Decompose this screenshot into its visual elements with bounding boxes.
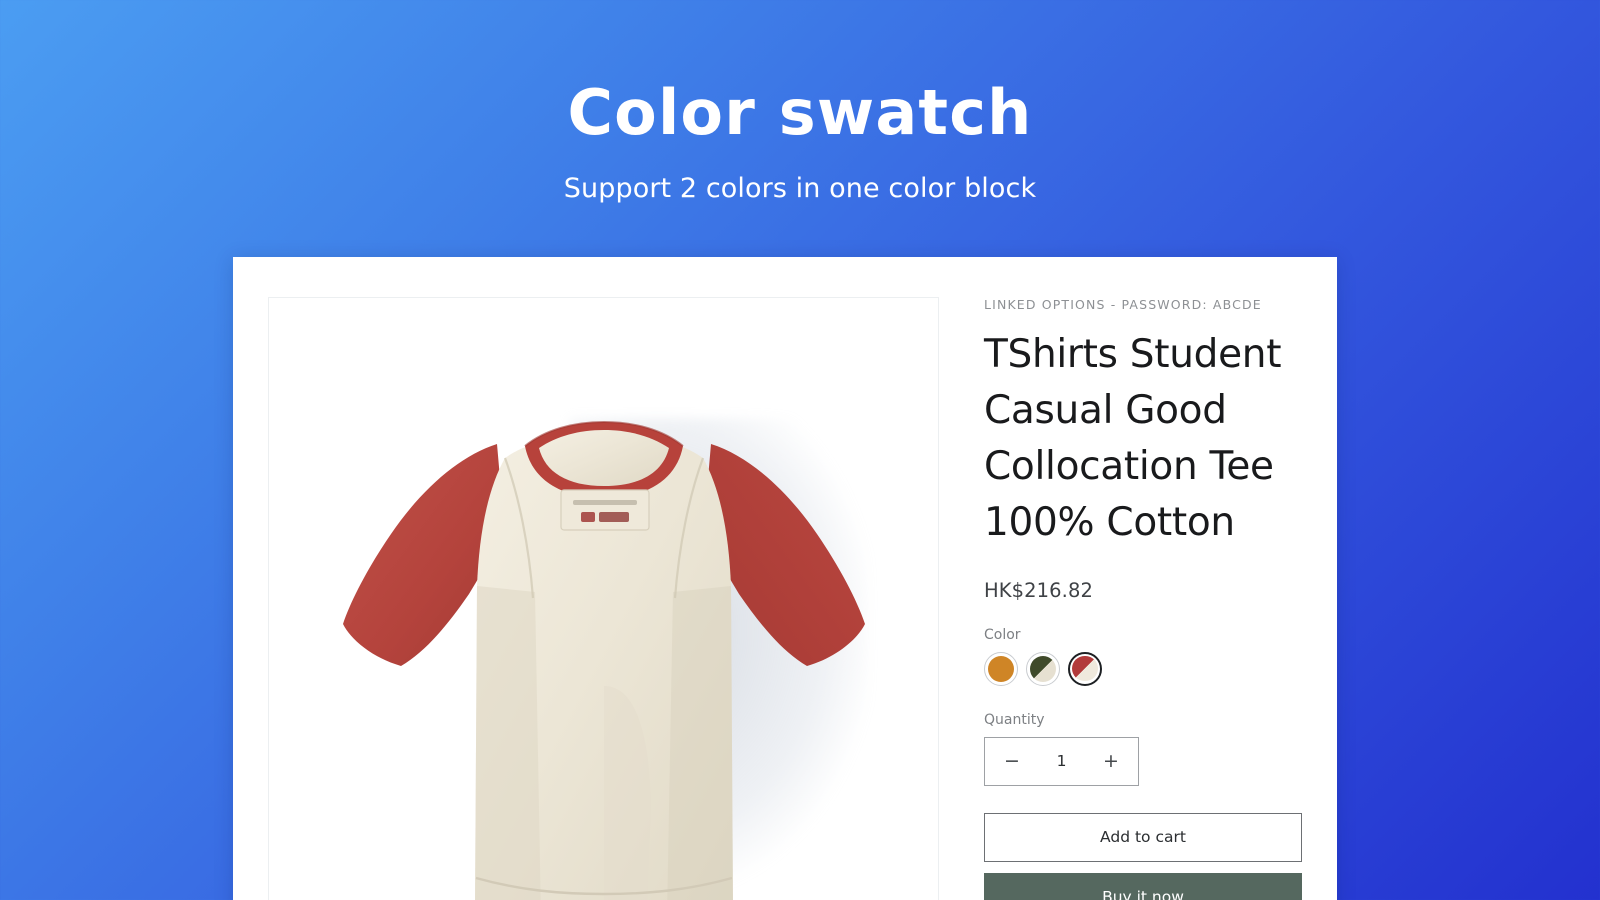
color-swatch-red-cream-fill (1072, 656, 1098, 682)
product-image (269, 298, 938, 900)
color-swatch-ochre-fill (988, 655, 1014, 682)
plus-icon[interactable]: + (1100, 751, 1122, 771)
color-option-label: Color (984, 626, 1021, 643)
hero-section: Color swatch Support 2 colors in one col… (0, 0, 1600, 205)
product-title: TShirts Student Casual Good Collocation … (984, 332, 1282, 546)
color-swatch-list (984, 651, 1300, 686)
quantity-value[interactable]: 1 (1057, 752, 1067, 770)
product-price: HK$216.82 (984, 578, 1093, 602)
color-swatch-ochre[interactable] (984, 651, 1018, 686)
quantity-label: Quantity (984, 711, 1045, 728)
page-subtitle: Support 2 colors in one color block (563, 173, 1037, 204)
color-swatch-red-cream[interactable] (1068, 651, 1102, 686)
quantity-stepper: − 1 + (984, 736, 1139, 786)
add-to-cart-button[interactable]: Add to cart (984, 812, 1302, 862)
product-image-frame[interactable] (268, 297, 939, 900)
vendor-line: LINKED OPTIONS - PASSWORD: ABCDE (984, 297, 1262, 312)
tshirt-illustration (343, 420, 865, 900)
product-card: LINKED OPTIONS - PASSWORD: ABCDE TShirts… (233, 257, 1337, 900)
product-media-column (233, 257, 939, 900)
minus-icon[interactable]: − (1001, 751, 1023, 771)
product-info-column: LINKED OPTIONS - PASSWORD: ABCDE TShirts… (939, 257, 1337, 900)
color-swatch-olive-cream-fill (1030, 655, 1056, 682)
color-swatch-olive-cream[interactable] (1026, 651, 1060, 686)
page-title: Color swatch (567, 76, 1033, 149)
buy-it-now-button[interactable]: Buy it now (984, 872, 1302, 900)
